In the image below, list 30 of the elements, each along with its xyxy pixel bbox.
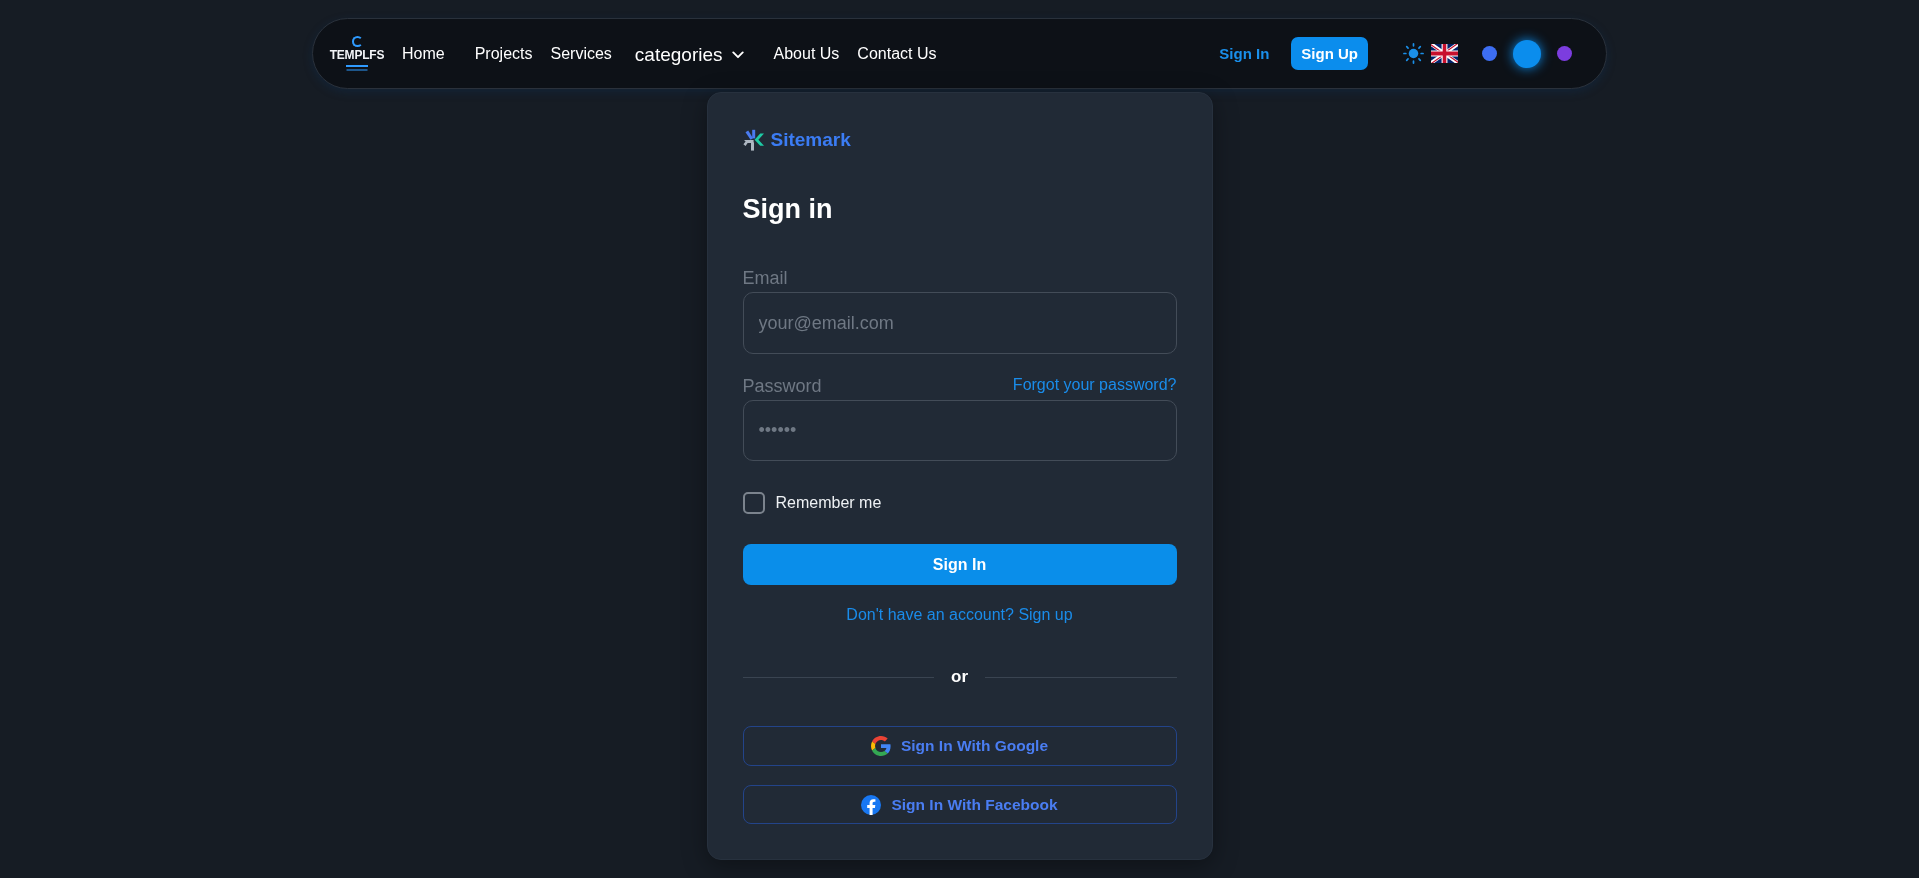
nav-link[interactable]: Contact Us — [857, 44, 937, 63]
color-swatch-icon[interactable] — [1557, 46, 1572, 61]
remember-checkbox[interactable] — [742, 492, 765, 514]
nav-dropdown[interactable]: categories — [634, 43, 744, 66]
field-label: Password — [742, 375, 822, 398]
field-label: Email — [742, 267, 788, 290]
nav-link[interactable]: Projects — [474, 44, 533, 63]
facebook-icon — [861, 794, 882, 815]
chevron-down-icon — [731, 50, 744, 59]
google-icon — [870, 736, 891, 756]
sun-icon[interactable] — [1403, 43, 1424, 64]
forgot-password-link[interactable]: Forgot your password? — [1012, 375, 1177, 394]
page-title: Sign in — [742, 193, 833, 226]
nav-link[interactable]: Home — [402, 44, 445, 63]
color-swatch-icon[interactable] — [1513, 39, 1541, 68]
brand-name: Sitemark — [770, 128, 851, 151]
sign-in-link[interactable]: Sign In — [1219, 45, 1270, 62]
nav-link[interactable]: Services — [550, 44, 612, 63]
divider-label: or — [951, 667, 968, 687]
brand-mark-icon — [742, 128, 765, 151]
uk-flag-icon[interactable] — [1431, 44, 1458, 63]
sign-up-link[interactable]: Don't have an account? Sign up — [846, 606, 1073, 623]
brand-logo[interactable]: TEMPLFS — [329, 35, 385, 72]
remember-label: Remember me — [775, 494, 882, 512]
email-input[interactable]: your@email.com — [742, 292, 1177, 354]
nav-link[interactable]: About Us — [773, 44, 840, 63]
password-input[interactable]: •••••• — [742, 400, 1177, 461]
facebook-sign-in-button[interactable]: Sign In With Facebook — [742, 785, 1177, 824]
google-sign-in-button[interactable]: Sign In With Google — [742, 726, 1177, 766]
color-swatch-icon[interactable] — [1482, 46, 1497, 61]
